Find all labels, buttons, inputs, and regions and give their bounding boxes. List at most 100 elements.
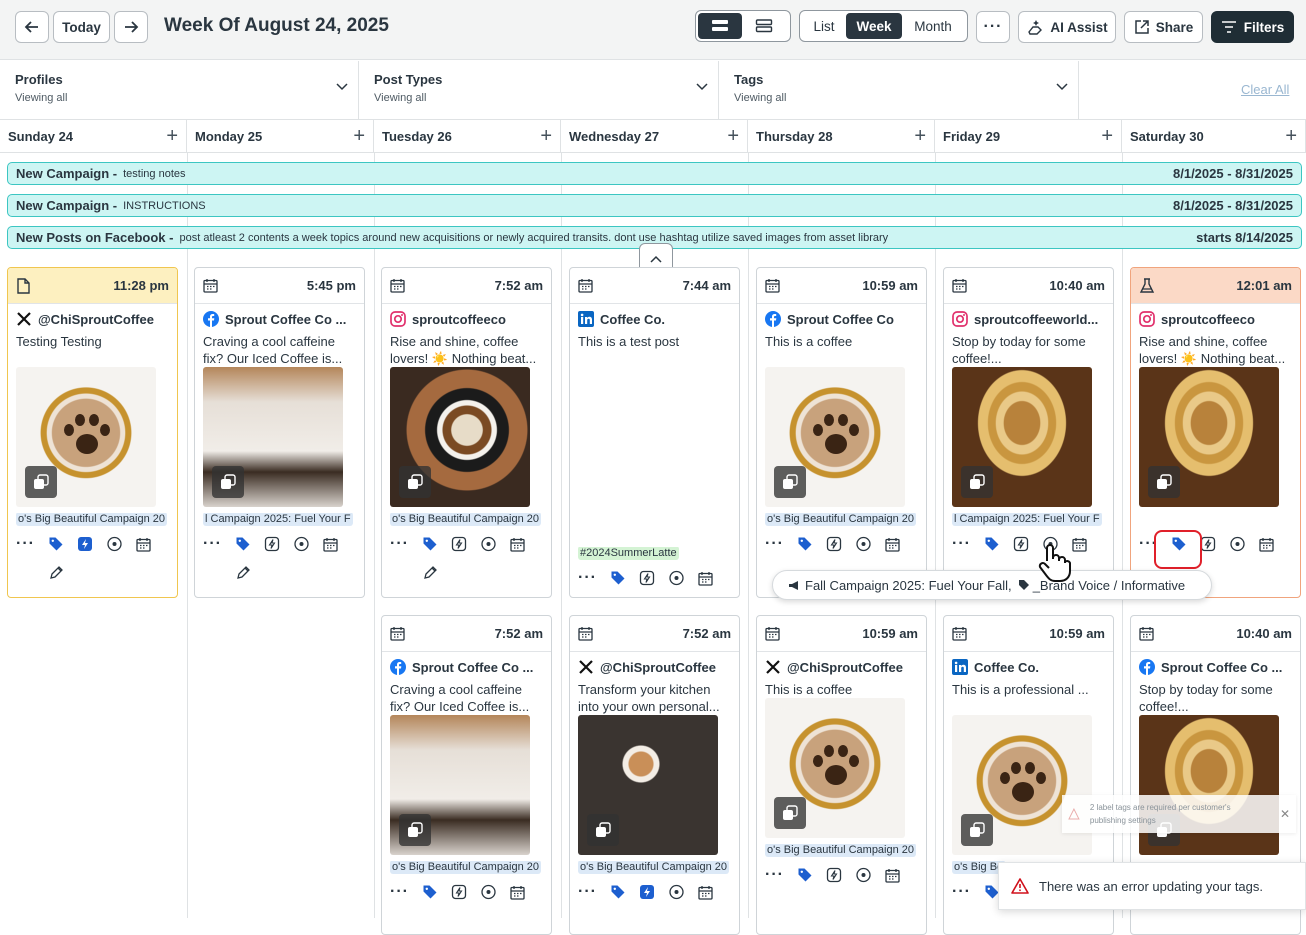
preview-eye-icon[interactable] [855, 867, 872, 883]
campaign-banner[interactable]: New Campaign - testing notes 8/1/2025 - … [7, 162, 1302, 185]
reschedule-calendar-icon[interactable] [136, 537, 151, 552]
next-week-button[interactable] [114, 11, 148, 43]
close-icon[interactable]: ✕ [1280, 807, 1290, 821]
more-dots-icon[interactable]: ··· [16, 536, 35, 552]
post-actions: ··· [578, 883, 739, 901]
post-image[interactable] [952, 367, 1092, 507]
profiles-filter[interactable]: Profiles Viewing all [0, 61, 359, 120]
post-time: 7:44 am [682, 278, 731, 293]
reschedule-calendar-icon[interactable] [698, 571, 713, 586]
tag-icon[interactable] [610, 884, 626, 900]
preview-eye-icon[interactable] [855, 536, 872, 552]
post-image[interactable] [390, 367, 530, 507]
prev-week-button[interactable] [15, 11, 49, 43]
boost-outline-icon[interactable] [1013, 536, 1029, 552]
tag-icon[interactable] [610, 570, 626, 586]
filters-button[interactable]: Filters [1211, 11, 1294, 43]
list-view-tab[interactable]: List [802, 13, 846, 39]
today-button[interactable]: Today [53, 11, 110, 43]
more-button[interactable]: ··· [976, 11, 1010, 43]
tag-icon[interactable] [797, 867, 813, 883]
tag-icon[interactable] [422, 884, 438, 900]
preview-eye-icon[interactable] [668, 884, 685, 900]
preview-eye-icon[interactable] [480, 884, 497, 900]
edit-pencil-icon[interactable] [422, 565, 438, 581]
reschedule-calendar-icon[interactable] [698, 885, 713, 900]
reschedule-calendar-icon[interactable] [510, 537, 525, 552]
tags-filter[interactable]: Tags Viewing all [719, 61, 1079, 120]
reschedule-calendar-icon[interactable] [1072, 537, 1087, 552]
post-image[interactable] [390, 715, 530, 855]
boost-outline-icon[interactable] [451, 884, 467, 900]
post-image[interactable] [765, 698, 905, 838]
boost-icon[interactable] [639, 884, 655, 900]
post-card[interactable]: 7:44 am Coffee Co. This is a test post #202… [569, 267, 740, 598]
post-types-filter[interactable]: Post Types Viewing all [359, 61, 719, 120]
post-image[interactable] [952, 715, 1092, 855]
more-dots-icon[interactable]: ··· [578, 884, 597, 900]
post-image[interactable] [203, 367, 343, 507]
week-view-tab[interactable]: Week [846, 13, 902, 39]
reschedule-calendar-icon[interactable] [885, 537, 900, 552]
clear-all-link[interactable]: Clear All [1241, 82, 1289, 97]
boost-outline-icon[interactable] [826, 867, 842, 883]
more-dots-icon[interactable]: ··· [578, 570, 597, 586]
boost-outline-icon[interactable] [639, 570, 655, 586]
preview-eye-icon[interactable] [293, 536, 310, 552]
more-dots-icon[interactable]: ··· [765, 536, 784, 552]
preview-eye-icon[interactable] [1229, 536, 1246, 552]
post-card[interactable]: 7:52 am sproutcoffeeco Rise and shine, cof… [381, 267, 552, 598]
post-card[interactable]: 5:45 pm Sprout Coffee Co ... Craving a coo… [194, 267, 365, 598]
tag-icon[interactable] [797, 536, 813, 552]
add-post-icon[interactable]: + [353, 125, 365, 148]
boost-outline-icon[interactable] [451, 536, 467, 552]
more-dots-icon[interactable]: ··· [765, 867, 784, 883]
campaign-banner[interactable]: New Campaign - INSTRUCTIONS 8/1/2025 - 8… [7, 194, 1302, 217]
post-image[interactable] [765, 367, 905, 507]
more-dots-icon[interactable]: ··· [390, 884, 409, 900]
post-card[interactable]: 7:52 am @ChiSproutCoffee Transform your ki… [569, 615, 740, 935]
compact-view-button[interactable] [698, 13, 742, 39]
reschedule-calendar-icon[interactable] [885, 868, 900, 883]
add-post-icon[interactable]: + [914, 125, 926, 148]
add-post-icon[interactable]: + [1285, 125, 1297, 148]
month-view-tab[interactable]: Month [902, 13, 964, 39]
tag-icon[interactable] [235, 536, 251, 552]
tag-icon[interactable] [984, 536, 1000, 552]
post-card[interactable]: 11:28 pm @ChiSproutCoffee Testing Testing … [7, 267, 178, 598]
tag-icon[interactable] [48, 536, 64, 552]
edit-pencil-icon[interactable] [48, 565, 64, 581]
post-image[interactable] [1139, 715, 1279, 855]
boost-outline-icon[interactable] [264, 536, 280, 552]
post-tag: o's Big Beautiful Campaign 20 [765, 844, 917, 857]
post-image[interactable] [1139, 367, 1279, 507]
reschedule-calendar-icon[interactable] [510, 885, 525, 900]
share-button[interactable]: Share [1124, 11, 1203, 43]
preview-eye-icon[interactable] [668, 570, 685, 586]
add-post-icon[interactable]: + [166, 125, 178, 148]
more-dots-icon[interactable]: ··· [203, 536, 222, 552]
reschedule-calendar-icon[interactable] [323, 537, 338, 552]
more-dots-icon[interactable]: ··· [952, 536, 971, 552]
preview-eye-icon[interactable] [480, 536, 497, 552]
post-image[interactable] [16, 367, 156, 507]
add-post-icon[interactable]: + [1101, 125, 1113, 148]
post-card[interactable]: 10:59 am Sprout Coffee Co This is a coffee… [756, 267, 927, 598]
post-card[interactable]: 7:52 am Sprout Coffee Co ... Craving a coo… [381, 615, 552, 935]
more-dots-icon[interactable]: ··· [952, 884, 971, 900]
reschedule-calendar-icon[interactable] [1259, 537, 1274, 552]
more-dots-icon[interactable]: ··· [390, 536, 409, 552]
boost-outline-icon[interactable] [1200, 536, 1216, 552]
boost-icon[interactable] [77, 536, 93, 552]
add-post-icon[interactable]: + [540, 125, 552, 148]
post-card[interactable]: 10:40 am sproutcoffeeworld... Stop by toda… [943, 267, 1114, 598]
ai-assist-button[interactable]: AI Assist [1018, 11, 1116, 43]
preview-eye-icon[interactable] [106, 536, 123, 552]
edit-pencil-icon[interactable] [235, 565, 251, 581]
add-post-icon[interactable]: + [727, 125, 739, 148]
tag-icon[interactable] [422, 536, 438, 552]
post-card[interactable]: 10:59 am @ChiSproutCoffee This is a coffee… [756, 615, 927, 935]
expanded-view-button[interactable] [742, 13, 786, 39]
boost-outline-icon[interactable] [826, 536, 842, 552]
post-image[interactable] [578, 715, 718, 855]
